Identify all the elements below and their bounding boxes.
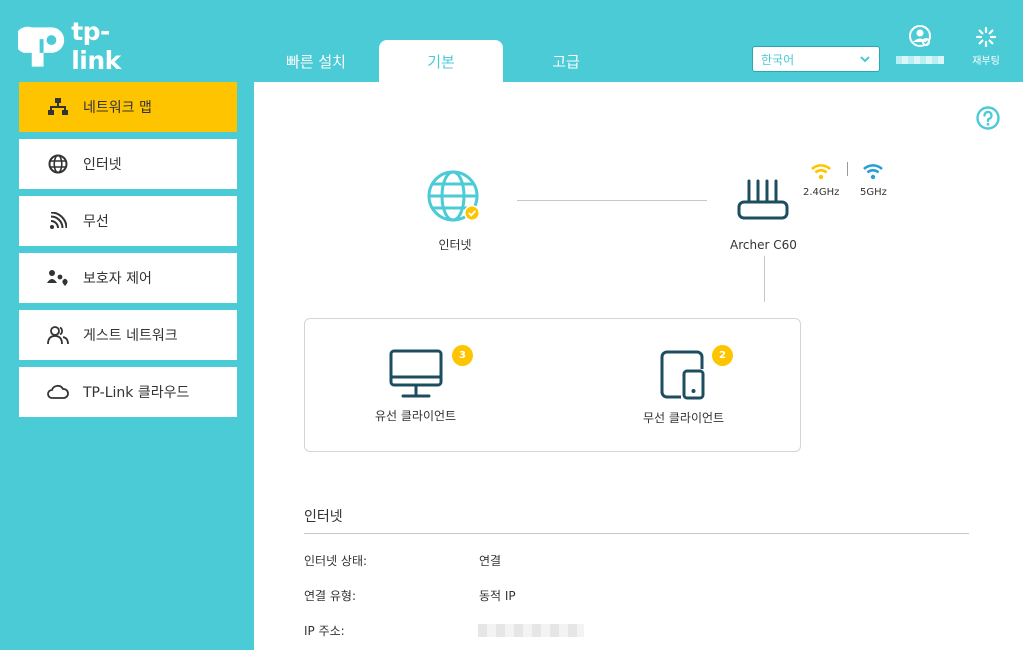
internet-node[interactable]: 인터넷 (427, 170, 483, 253)
connection-type-row: 연결 유형: 동적 IP (304, 587, 804, 605)
wireless-clients[interactable]: 무선 클라이언트 2 (643, 345, 733, 426)
wireless-icon (47, 210, 69, 232)
router-node[interactable]: Archer C60 (730, 178, 797, 252)
sidebar-item-label: 네트워크 맵 (83, 100, 152, 116)
wireless-clients-count-badge: 2 (712, 345, 733, 366)
router-model-label: Archer C60 (730, 238, 797, 252)
chevron-down-icon (860, 56, 870, 63)
parental-control-icon (47, 267, 69, 289)
language-select[interactable]: 한국어 (752, 46, 880, 72)
tab-advanced[interactable]: 고급 (504, 40, 628, 82)
account-button[interactable] (896, 24, 944, 66)
sidebar-item-label: TP-Link 클라우드 (83, 385, 190, 401)
ip-address-key: IP 주소: (304, 624, 345, 638)
sidebar-item-label: 게스트 네트워크 (83, 328, 178, 344)
tab-basic[interactable]: 기본 (379, 40, 503, 82)
band-2-4ghz[interactable]: 2.4GHz (803, 162, 839, 198)
reboot-icon (975, 26, 997, 48)
reboot-label: 재부팅 (972, 56, 1000, 67)
language-selected: 한국어 (761, 52, 795, 67)
wired-clients-label: 유선 클라이언트 (375, 409, 457, 423)
clients-box: 유선 클라이언트 3 무선 클라이언트 2 (304, 318, 801, 452)
band-separator (847, 162, 848, 176)
sidebar-item-parental-control[interactable]: 보호자 제어 (19, 253, 237, 303)
ip-address-redacted (478, 624, 584, 637)
top-tabs: 빠른 설치 기본 고급 (254, 40, 629, 82)
sidebar-item-network-map[interactable]: 네트워크 맵 (19, 82, 237, 132)
user-account-icon (909, 25, 931, 47)
sidebar-item-tplink-cloud[interactable]: TP-Link 클라우드 (19, 367, 237, 417)
network-map-icon (47, 96, 69, 118)
router-icon (737, 179, 789, 220)
guest-users-icon (47, 324, 69, 346)
sidebar-item-guest-network[interactable]: 게스트 네트워크 (19, 310, 237, 360)
internet-router-link (517, 200, 707, 201)
tp-link-logo: tp-link (18, 17, 158, 75)
internet-status-value: 연결 (479, 554, 502, 568)
router-clients-link (764, 256, 765, 302)
band-5ghz-label: 5GHz (860, 187, 887, 198)
sidebar-item-label: 무선 (83, 214, 109, 230)
connection-type-value: 동적 IP (479, 589, 516, 603)
tp-link-logo-icon (18, 26, 65, 67)
brand-name: tp-link (71, 17, 121, 75)
internet-section-title: 인터넷 (304, 506, 969, 534)
sidebar-item-internet[interactable]: 인터넷 (19, 139, 237, 189)
tab-quick-setup[interactable]: 빠른 설치 (254, 40, 378, 82)
sidebar-item-label: 인터넷 (83, 157, 122, 173)
wired-clients[interactable]: 유선 클라이언트 3 (375, 345, 473, 424)
band-2-4ghz-label: 2.4GHz (803, 187, 840, 198)
globe-icon (427, 170, 480, 222)
wired-clients-count-badge: 3 (452, 345, 473, 366)
tablet-phone-icon (660, 350, 705, 400)
internet-label: 인터넷 (438, 238, 472, 252)
internet-status-row: 인터넷 상태: 연결 (304, 552, 804, 570)
reboot-button[interactable]: 재부팅 (966, 26, 1006, 68)
internet-status-key: 인터넷 상태: (304, 554, 368, 568)
help-icon[interactable] (976, 106, 1000, 130)
wireless-clients-label: 무선 클라이언트 (643, 411, 725, 425)
band-5ghz[interactable]: 5GHz (860, 162, 887, 198)
wifi-icon (811, 164, 832, 180)
main-panel: 인터넷 Archer C60 2.4GHz 5GHz 유선 클라이언트 3 무선… (254, 82, 1023, 650)
sidebar-item-wireless[interactable]: 무선 (19, 196, 237, 246)
monitor-icon (389, 349, 443, 398)
cloud-icon (47, 381, 69, 403)
connection-type-key: 연결 유형: (304, 589, 357, 603)
globe-icon (47, 153, 69, 175)
sidebar: 네트워크 맵 인터넷 무선 보호자 제어 게스트 네트워크 TP-Link 클라… (19, 82, 237, 424)
account-name-redacted (896, 56, 944, 64)
wifi-icon (863, 164, 884, 180)
sidebar-item-label: 보호자 제어 (83, 271, 152, 287)
